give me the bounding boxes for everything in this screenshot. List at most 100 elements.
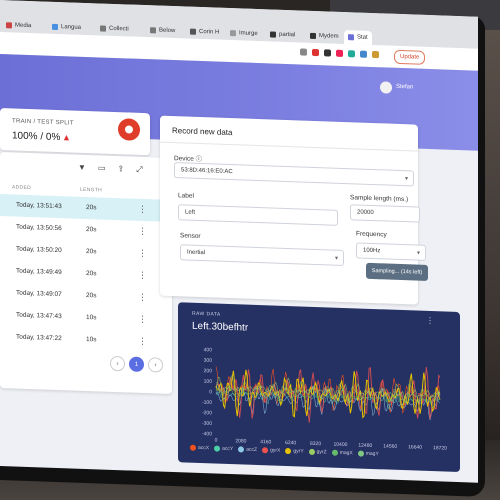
expand-icon[interactable]: ⤢	[136, 165, 142, 175]
browser-tab[interactable]: Below	[146, 23, 179, 38]
sample-length-value: 20000	[357, 209, 374, 217]
update-button[interactable]: Update	[394, 49, 426, 65]
filter-icon[interactable]: ▼	[78, 163, 86, 173]
extension-icon[interactable]	[360, 50, 367, 58]
label-input[interactable]: Left	[178, 204, 338, 226]
browser-tab[interactable]: Langua	[48, 20, 85, 35]
row-length: 10s	[86, 314, 97, 322]
legend-label: accX	[198, 444, 210, 452]
extension-icon[interactable]	[324, 49, 331, 57]
extension-icon[interactable]	[348, 50, 355, 58]
device-select[interactable]: 53:8D:46:16:E0:AC ▾	[174, 162, 414, 187]
browser-tab[interactable]: Media	[2, 18, 35, 33]
legend-item[interactable]: magX	[331, 449, 353, 456]
x-tick-label: 12480	[358, 443, 372, 449]
row-added: Today, 13:47:43	[16, 311, 62, 321]
legend-item[interactable]: gyrX	[262, 447, 280, 454]
legend-label: magY	[365, 450, 379, 458]
tab-favicon-icon	[270, 31, 276, 38]
browser-tab[interactable]: Corin H	[186, 24, 223, 39]
x-tick-label: 18720	[433, 445, 447, 451]
legend-dot-icon	[331, 449, 338, 456]
row-length: 10s	[86, 336, 97, 344]
tab-favicon-icon	[348, 34, 354, 41]
x-tick-label: 6240	[285, 440, 296, 446]
delete-icon[interactable]: ▭	[98, 163, 106, 173]
row-length: 20s	[86, 204, 97, 212]
avatar[interactable]	[380, 81, 392, 94]
y-tick-label: -100	[202, 400, 212, 406]
row-added: Today, 13:50:20	[16, 245, 62, 255]
legend-item[interactable]: accX	[190, 444, 210, 452]
sensor-value: Inertial	[187, 249, 206, 257]
row-menu-icon[interactable]: ⋮	[138, 270, 147, 281]
row-menu-icon[interactable]: ⋮	[138, 336, 147, 347]
row-menu-icon[interactable]: ⋮	[138, 314, 147, 325]
row-added: Today, 13:49:49	[16, 267, 62, 277]
browser-tab[interactable]: Collecti	[96, 21, 133, 36]
extension-icon[interactable]	[300, 48, 307, 56]
browser-tab-active[interactable]: Stat	[344, 30, 372, 45]
row-added: Today, 13:51:43	[16, 201, 62, 211]
label-value: Left	[185, 209, 196, 216]
row-menu-icon[interactable]: ⋮	[138, 292, 147, 303]
row-menu-icon[interactable]: ⋮	[138, 248, 147, 259]
row-length: 20s	[86, 292, 97, 300]
x-tick-label: 4160	[260, 439, 271, 445]
legend-dot-icon	[238, 446, 245, 453]
frequency-select[interactable]: 100Hz ▾	[356, 242, 426, 261]
browser-tab[interactable]: partial	[266, 27, 299, 42]
split-label: TRAIN / TEST SPLIT	[12, 118, 74, 127]
y-tick-label: -200	[202, 410, 212, 416]
row-added: Today, 13:50:56	[16, 223, 62, 233]
sample-length-input[interactable]: 20000	[350, 204, 420, 223]
row-length: 20s	[86, 270, 97, 278]
x-tick-label: 0	[215, 437, 218, 443]
browser-tab[interactable]: Imurge	[226, 26, 262, 41]
tab-favicon-icon	[6, 22, 12, 29]
legend-dot-icon	[190, 444, 196, 451]
row-added: Today, 13:47:22	[16, 333, 62, 343]
y-tick-label: 200	[204, 368, 213, 374]
next-page-button[interactable]: ›	[148, 357, 163, 373]
prev-page-button[interactable]: ‹	[110, 355, 125, 372]
legend-item[interactable]: accZ	[238, 446, 257, 453]
column-header-added[interactable]: ADDED	[12, 184, 31, 191]
extension-icon[interactable]	[336, 49, 343, 57]
legend-item[interactable]: gyrZ	[308, 448, 327, 455]
browser-tab[interactable]: Mydem	[306, 29, 343, 44]
chevron-down-icon: ▾	[404, 175, 408, 182]
samples-table-card: ▼ ▭ ⇪ ⤢ ADDED LENGTH Today, 13:51:43 20s…	[0, 152, 172, 395]
extension-icon[interactable]	[372, 50, 379, 59]
tab-favicon-icon	[310, 32, 316, 40]
sample-title: Left.30befhtr	[192, 320, 249, 334]
tab-favicon-icon	[190, 28, 196, 35]
user-name[interactable]: Stefan	[396, 84, 413, 91]
legend-label: gyrY	[293, 448, 304, 455]
row-menu-icon[interactable]: ⋮	[138, 226, 147, 237]
x-tick-label: 2080	[235, 438, 246, 444]
y-tick-label: 300	[204, 358, 213, 364]
x-tick-label: 14560	[383, 443, 397, 449]
sensor-select[interactable]: Inertial ▾	[180, 244, 344, 267]
legend-dot-icon	[308, 448, 315, 455]
legend-item[interactable]: magY	[357, 450, 379, 458]
legend-item[interactable]: gyrY	[285, 447, 304, 455]
column-header-length[interactable]: LENGTH	[80, 187, 102, 194]
row-length: 20s	[86, 248, 97, 256]
row-menu-icon[interactable]: ⋮	[138, 204, 147, 215]
raw-data-label: RAW DATA	[192, 310, 221, 318]
raw-data-menu-icon[interactable]: ⋮	[426, 316, 434, 325]
y-tick-label: -300	[202, 421, 212, 427]
y-tick-label: -400	[202, 431, 212, 437]
legend-dot-icon	[214, 445, 221, 452]
chevron-down-icon: ▾	[334, 255, 338, 262]
extension-icon[interactable]	[312, 48, 319, 57]
upload-icon[interactable]: ⇪	[117, 164, 124, 174]
table-toolbar: ▼ ▭ ⇪ ⤢	[78, 163, 143, 175]
start-sampling-button[interactable]: Sampling... (14s left)	[366, 262, 428, 281]
page-button[interactable]: 1	[129, 356, 144, 373]
legend-item[interactable]: accY	[214, 445, 233, 452]
table-row[interactable]: Today, 13:47:22 10s ⋮	[0, 326, 172, 354]
row-length: 20s	[86, 226, 97, 234]
